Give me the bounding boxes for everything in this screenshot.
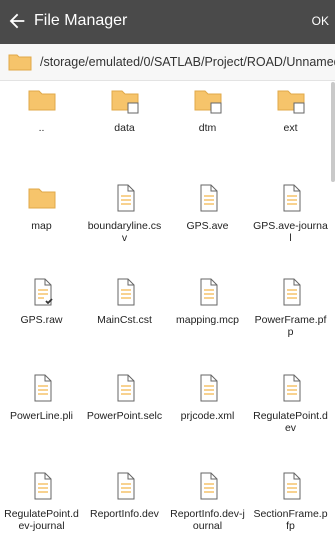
file-item[interactable]: dtm bbox=[166, 84, 249, 134]
file-item[interactable]: MainCst.cst bbox=[83, 276, 166, 326]
file-label: GPS.raw bbox=[20, 314, 63, 326]
file-label: PowerFrame.pfp bbox=[254, 314, 327, 338]
file-item[interactable]: ReportInfo.dev-journal bbox=[166, 470, 249, 532]
file-icon bbox=[283, 374, 300, 402]
file-icon bbox=[117, 374, 134, 402]
file-label: GPS.ave-journal bbox=[253, 220, 328, 244]
file-label: MainCst.cst bbox=[97, 314, 152, 326]
file-item[interactable]: PowerPoint.selc bbox=[83, 372, 166, 422]
file-label: data bbox=[114, 122, 135, 134]
file-label: prjcode.xml bbox=[180, 410, 235, 422]
file-label: ReportInfo.dev-journal bbox=[170, 508, 245, 532]
current-path: /storage/emulated/0/SATLAB/Project/ROAD/… bbox=[40, 55, 335, 69]
file-icon bbox=[34, 374, 51, 402]
file-item[interactable]: PowerLine.pli bbox=[0, 372, 83, 422]
file-item[interactable]: ReportInfo.dev bbox=[83, 470, 166, 520]
file-label: map bbox=[31, 220, 52, 232]
file-item[interactable]: ext bbox=[249, 84, 332, 134]
folder-icon bbox=[28, 188, 55, 209]
file-check-icon bbox=[34, 278, 53, 306]
file-label: ext bbox=[283, 122, 298, 134]
file-item[interactable]: mapping.mcp bbox=[166, 276, 249, 326]
file-label: boundaryline.csv bbox=[87, 220, 162, 244]
file-item[interactable]: GPS.ave bbox=[166, 182, 249, 232]
file-icon bbox=[200, 472, 217, 500]
top-bar: File Manager OK bbox=[0, 0, 335, 44]
file-label: dtm bbox=[198, 122, 217, 134]
file-icon bbox=[117, 472, 134, 500]
file-icon bbox=[117, 278, 134, 306]
file-label: .. bbox=[38, 122, 45, 134]
file-icon bbox=[200, 184, 217, 212]
file-icon bbox=[283, 278, 300, 306]
file-item[interactable]: .. bbox=[0, 84, 83, 134]
file-label: mapping.mcp bbox=[175, 314, 240, 326]
file-icon bbox=[34, 472, 51, 500]
file-label: PowerLine.pli bbox=[9, 410, 74, 422]
file-item[interactable]: prjcode.xml bbox=[166, 372, 249, 422]
file-item[interactable]: map bbox=[0, 182, 83, 232]
folder-with-badge-icon bbox=[194, 90, 221, 114]
folder-icon bbox=[28, 90, 55, 111]
path-bar: /storage/emulated/0/SATLAB/Project/ROAD/… bbox=[0, 44, 335, 81]
file-label: SectionFrame.pfp bbox=[253, 508, 328, 532]
folder-with-badge-icon bbox=[111, 90, 138, 114]
file-item[interactable]: boundaryline.csv bbox=[83, 182, 166, 244]
file-item[interactable]: RegulatePoint.dev-journal bbox=[0, 470, 83, 532]
file-label: RegulatePoint.dev-journal bbox=[4, 508, 79, 532]
folder-icon bbox=[8, 54, 32, 71]
file-item[interactable]: data bbox=[83, 84, 166, 134]
file-item[interactable]: GPS.ave-journal bbox=[249, 182, 332, 244]
file-icon bbox=[117, 184, 134, 212]
ok-button[interactable]: OK bbox=[312, 14, 329, 28]
file-item[interactable]: SectionFrame.pfp bbox=[249, 470, 332, 532]
file-label: GPS.ave bbox=[186, 220, 229, 232]
file-label: PowerPoint.selc bbox=[86, 410, 163, 422]
file-label: ReportInfo.dev bbox=[90, 508, 159, 520]
file-item[interactable]: RegulatePoint.dev bbox=[249, 372, 332, 434]
file-item[interactable]: GPS.raw bbox=[0, 276, 83, 326]
file-item[interactable]: PowerFrame.pfp bbox=[249, 276, 332, 338]
file-label: RegulatePoint.dev bbox=[253, 410, 328, 434]
file-icon bbox=[200, 374, 217, 402]
file-icon bbox=[200, 278, 217, 306]
file-icon bbox=[283, 472, 300, 500]
file-icon bbox=[283, 184, 300, 212]
back-arrow-icon[interactable] bbox=[6, 10, 28, 32]
folder-with-badge-icon bbox=[277, 90, 304, 114]
scrollbar[interactable] bbox=[331, 82, 335, 182]
page-title: File Manager bbox=[34, 12, 128, 29]
file-grid: .. data dtm ext map boundaryline.csv GPS… bbox=[0, 84, 335, 534]
